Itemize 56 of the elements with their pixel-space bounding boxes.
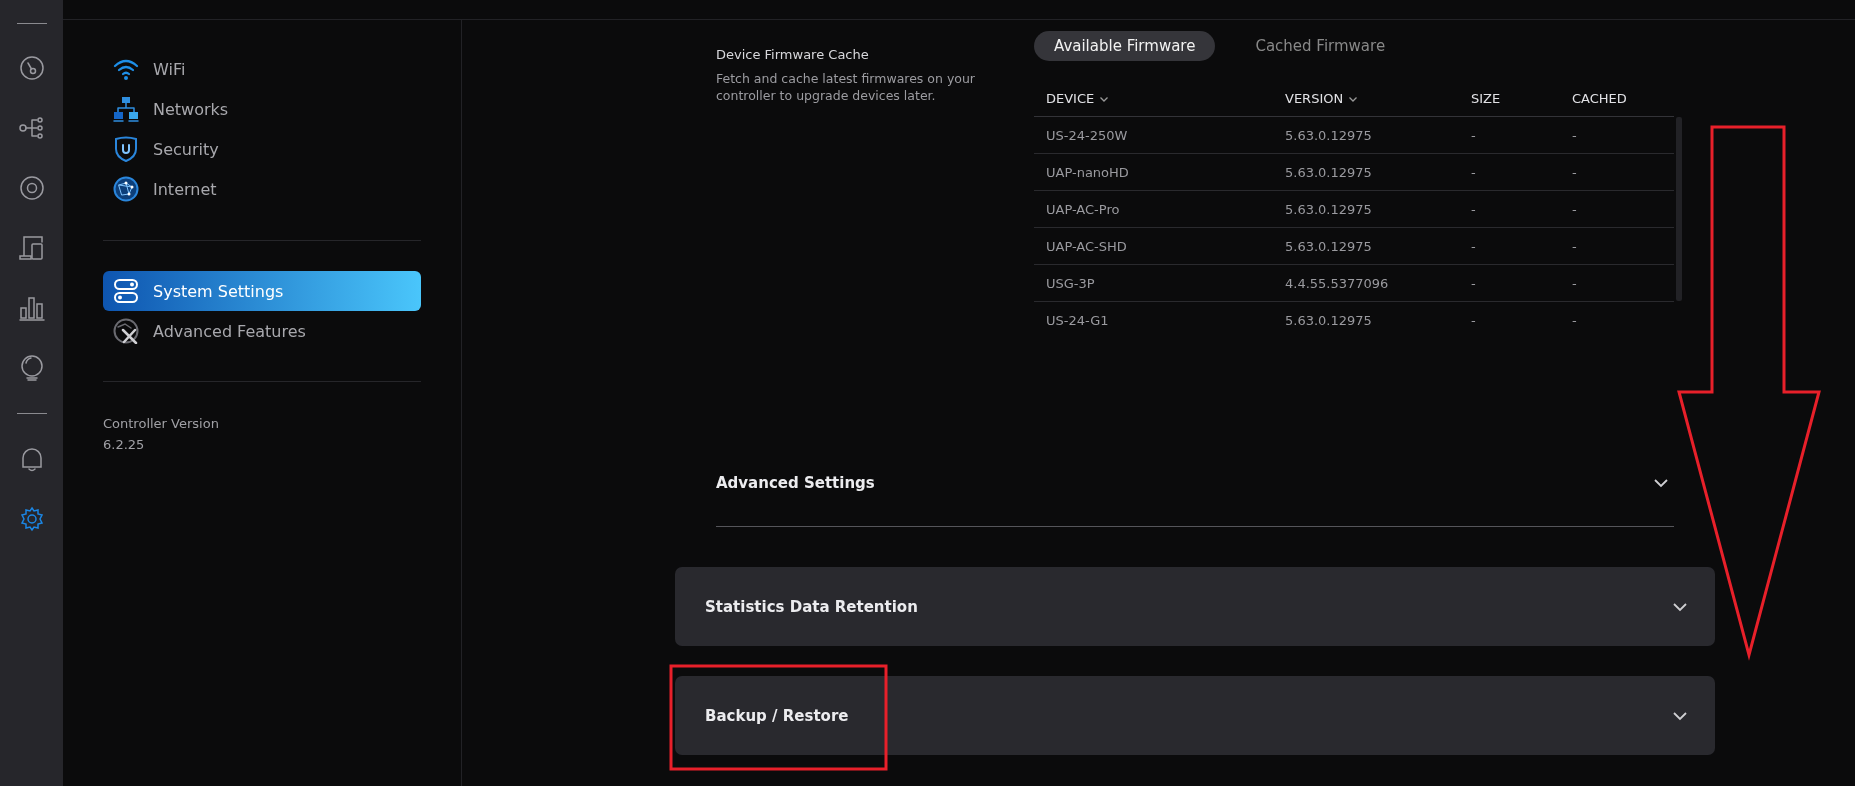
sidebar-item[interactable]: Networks [103, 89, 421, 129]
column-header: DEVICE [1046, 91, 1095, 106]
table-cell-text: - [1572, 201, 1578, 217]
sidebar-item[interactable]: Security [103, 129, 421, 169]
sidebar-item[interactable]: Advanced Features [103, 311, 421, 351]
table-cell-text: - [1572, 164, 1578, 180]
table-cell-text: UAP-AC-SHD [1045, 238, 1128, 254]
table-cell-text: USG-3P [1045, 275, 1096, 291]
section-title: Device Firmware Cache [716, 47, 870, 62]
table-cell-text: - [1471, 312, 1477, 328]
section-description: Fetch and cache latest firmwares on your controller to upgrade devices later. [716, 70, 976, 104]
table-cell-text: US-24-250W [1045, 127, 1129, 143]
table-cell-text: - [1572, 127, 1578, 143]
table-cell-text: - [1471, 164, 1477, 180]
table-cell-text: - [1471, 275, 1477, 291]
panel-title: Backup / Restore [705, 706, 849, 725]
bulb-icon [18, 355, 45, 381]
table-cell-text: 4.4.55.5377096 [1285, 275, 1390, 291]
table-cell-text: - [1572, 238, 1578, 254]
tab[interactable]: Available Firmware [1034, 31, 1216, 61]
shield-icon [113, 136, 139, 162]
toggles-icon [113, 278, 139, 304]
table-cell-text: 5.63.0.12975 [1285, 238, 1373, 254]
table-cell-text: - [1471, 201, 1477, 217]
table-cell-text: - [1471, 127, 1477, 143]
bar-chart-icon [18, 295, 45, 321]
version-value: 6.2.25 [103, 437, 146, 452]
globe-tools-icon [113, 318, 139, 344]
version-label: Controller Version [103, 416, 220, 431]
column-header: CACHED [1572, 91, 1627, 106]
table-cell-text: UAP-nanoHD [1045, 164, 1130, 180]
scrollbar[interactable] [1676, 117, 1682, 301]
table-cell-text: - [1471, 238, 1477, 254]
globe-icon [113, 176, 139, 202]
table-cell-text: 5.63.0.12975 [1285, 312, 1373, 328]
table-cell-text: 5.63.0.12975 [1285, 201, 1373, 217]
topology-icon [18, 115, 45, 141]
table-cell-text: US-24-G1 [1045, 312, 1110, 328]
table-cell-text: 5.63.0.12975 [1285, 164, 1373, 180]
column-header: SIZE [1471, 91, 1501, 106]
gauge-icon [18, 55, 45, 81]
sidebar-item[interactable]: Internet [103, 169, 421, 209]
table-cell-text: - [1572, 312, 1578, 328]
network-icon [113, 96, 139, 122]
table-cell-text: - [1572, 275, 1578, 291]
settings-icon [18, 506, 45, 532]
panel-title: Statistics Data Retention [705, 597, 918, 616]
sidebar-item[interactable]: WiFi [103, 49, 421, 89]
table-cell-text: UAP-AC-Pro [1045, 201, 1121, 217]
devices-icon [18, 235, 45, 261]
column-header: VERSION [1285, 91, 1344, 106]
table-cell-text: 5.63.0.12975 [1285, 127, 1373, 143]
sidebar-item[interactable]: System Settings [103, 271, 421, 311]
panel-title: Advanced Settings [716, 473, 875, 492]
ring-icon [18, 175, 45, 201]
tab[interactable]: Cached Firmware [1235, 31, 1406, 61]
